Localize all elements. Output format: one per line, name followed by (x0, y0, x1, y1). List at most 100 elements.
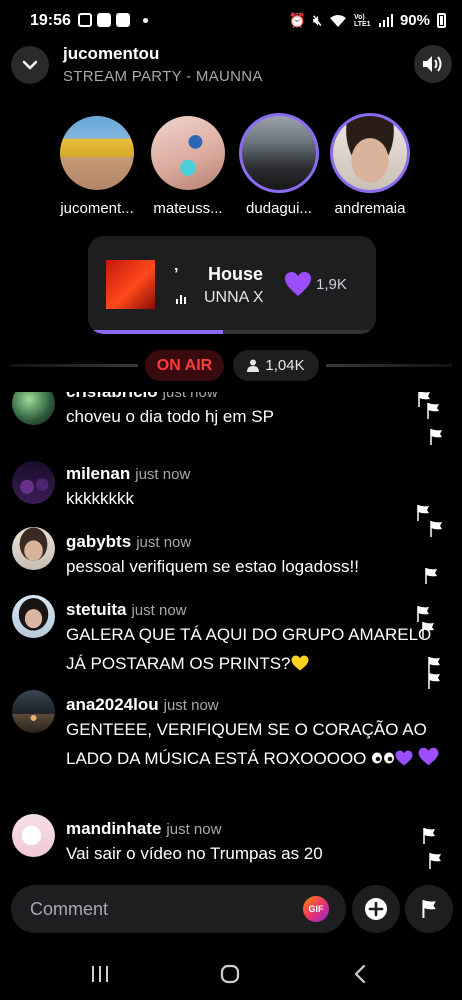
avatar (60, 116, 134, 190)
flag-reaction-icon (428, 673, 440, 689)
progress-fill (88, 330, 224, 334)
equalizer-icon (176, 293, 186, 304)
volume-button[interactable] (414, 45, 452, 83)
purple-heart-emoji (395, 750, 413, 766)
mute-icon: 🔇︎ (313, 12, 322, 28)
participant[interactable]: jucoment... (52, 113, 142, 217)
wifi-icon (329, 14, 346, 27)
recents-button[interactable] (80, 959, 120, 989)
scrolling-title-fragment: ’ (174, 266, 179, 283)
heart-icon[interactable] (284, 271, 312, 297)
comment-username[interactable]: crisfabriciojust now (66, 392, 218, 402)
network-label: Vo) LTE1 (353, 13, 371, 28)
more-notifications-icon (143, 17, 148, 23)
gif-icon[interactable]: GIF (303, 896, 329, 922)
on-air-badge: ON AIR (145, 350, 224, 381)
back-icon (354, 964, 366, 984)
comment-time: just now (163, 697, 219, 714)
comment-username[interactable]: gabybts just now (66, 532, 191, 552)
comment-time: just now (131, 602, 187, 619)
comment-username[interactable]: mandinhate just now (66, 819, 221, 839)
participant[interactable]: dudagui... (234, 113, 324, 217)
yellow-heart-emoji (291, 655, 309, 671)
avatar (151, 116, 225, 190)
avatar (242, 116, 316, 190)
comment-text: GALERA QUE TÁ AQUI DO GRUPO AMARELO JÁ P… (66, 625, 432, 673)
avatar[interactable] (12, 814, 55, 857)
signal-icon (378, 14, 393, 27)
participant-name: jucoment... (60, 200, 134, 217)
avatar[interactable] (12, 392, 55, 425)
comment-username[interactable]: ana2024lou just now (66, 695, 219, 715)
avatar[interactable] (12, 461, 55, 504)
comment-time: just now (162, 392, 218, 401)
comment-time: just now (136, 534, 192, 551)
comment-text: kkkkkkkk (66, 489, 134, 508)
purple-heart-emoji (418, 747, 439, 766)
now-playing-card[interactable]: ’ House UNNA X 1,9K (88, 236, 376, 334)
comment-input[interactable]: Comment GIF (11, 885, 346, 933)
flag-icon (422, 900, 436, 918)
flag-reaction-icon (430, 521, 442, 537)
home-button[interactable] (210, 959, 250, 989)
comment-placeholder: Comment (30, 899, 109, 919)
status-right: ⏰ 🔇︎ Vo) LTE1 90% (289, 12, 446, 29)
viewer-count-badge[interactable]: 1,04K (233, 350, 319, 381)
flag-reaction-icon (425, 568, 437, 584)
avatar-ring (330, 113, 410, 193)
comment-text: GENTEEE, VERIFIQUEM SE O CORAÇÃO AO LADO… (66, 715, 454, 773)
participant-name: dudagui... (246, 200, 312, 217)
flag-reaction-icon (429, 853, 441, 869)
check-icon (116, 13, 130, 27)
avatar[interactable] (12, 527, 55, 570)
system-navigation-bar (0, 945, 462, 1000)
status-bar: 19:56 ⏰ 🔇︎ Vo) LTE1 90% (0, 0, 462, 42)
flag-reaction-icon (427, 403, 439, 419)
eyes-emoji (372, 752, 395, 764)
person-icon (247, 359, 260, 372)
collapse-button[interactable] (11, 46, 49, 84)
status-time: 19:56 (30, 12, 71, 29)
back-button[interactable] (340, 959, 380, 989)
track-artist: UNNA X (204, 289, 264, 306)
instagram-icon (78, 13, 92, 27)
divider-left (10, 364, 138, 367)
avatar (333, 116, 407, 190)
notification-icons (78, 13, 148, 27)
divider-right (326, 364, 452, 367)
avatar-ring (148, 113, 228, 193)
comment-text: pessoal verifiquem se estao logadoss!! (66, 557, 359, 576)
flag-reaction-button[interactable] (405, 885, 453, 933)
participant-name: andremaia (334, 200, 406, 217)
home-icon (220, 964, 240, 984)
participant[interactable]: andremaia (325, 113, 415, 217)
flag-reaction-icon (422, 622, 434, 638)
avatar-ring (57, 113, 137, 193)
flag-reaction-icon (417, 505, 429, 521)
battery-icon (437, 13, 446, 28)
stream-party-title: STREAM PARTY - MAUNNA (63, 68, 263, 85)
participant-name: mateuss... (153, 200, 223, 217)
avatar-ring (239, 113, 319, 193)
recents-icon (92, 966, 108, 982)
avatar[interactable] (12, 595, 55, 638)
flag-reaction-icon (430, 429, 442, 445)
comments-feed[interactable]: crisfabriciojust now choveu o dia todo h… (0, 392, 462, 880)
chevron-down-icon (22, 60, 38, 70)
comment-text: choveu o dia todo hj em SP (66, 407, 274, 426)
host-name[interactable]: jucomentou (63, 44, 159, 64)
volume-icon (423, 56, 442, 72)
avatar[interactable] (12, 690, 55, 733)
participant[interactable]: mateuss... (143, 113, 233, 217)
comment-text: Vai sair o vídeo no Trumpas as 20 (66, 844, 323, 863)
comment-username[interactable]: stetuita just now (66, 600, 187, 620)
add-button[interactable] (352, 885, 400, 933)
alarm-icon: ⏰ (288, 12, 307, 28)
plus-icon (365, 898, 387, 920)
comment-time: just now (166, 821, 222, 838)
battery-percent: 90% (399, 12, 430, 29)
viewer-count: 1,04K (265, 357, 305, 374)
track-title: House (208, 264, 264, 284)
comment-username[interactable]: milenan just now (66, 464, 190, 484)
album-art (106, 260, 155, 309)
